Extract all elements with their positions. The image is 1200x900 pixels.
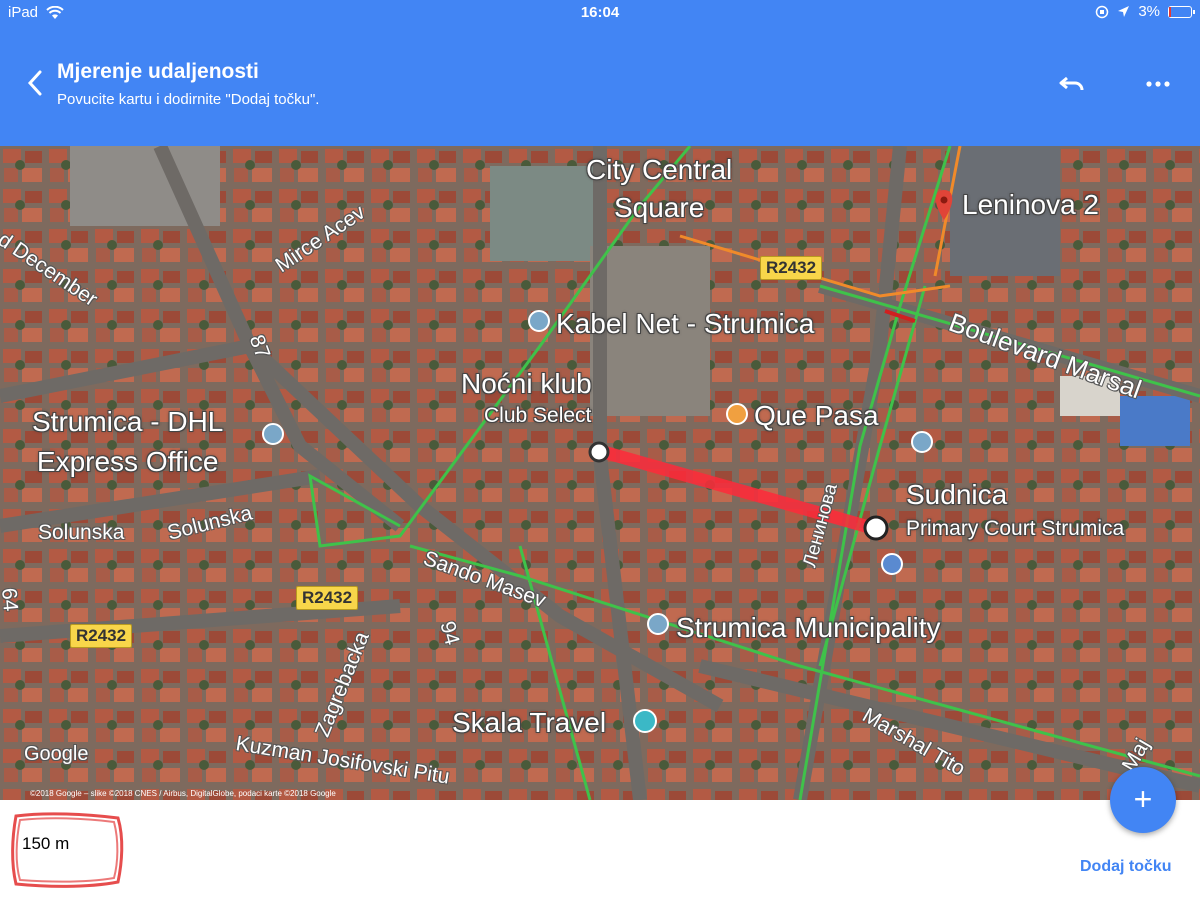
label-club-select[interactable]: Club Select xyxy=(484,404,591,428)
app-bar: Mjerenje udaljenosti Povucite kartu i do… xyxy=(0,26,1200,146)
label-kabel-net[interactable]: Kabel Net - Strumica xyxy=(556,308,814,340)
label-nocni-klub[interactable]: Noćni klub xyxy=(461,368,592,400)
label-city-square[interactable]: City Central Square xyxy=(586,151,732,227)
measure-start-point xyxy=(588,441,610,463)
more-options-icon[interactable] xyxy=(1143,72,1173,96)
kabel-pin-icon xyxy=(528,310,550,332)
label-leninova[interactable]: Leninova 2 xyxy=(962,189,1099,221)
battery-icon xyxy=(1168,5,1195,18)
bar-pin-icon xyxy=(726,403,748,425)
location-arrow-icon xyxy=(1118,6,1130,17)
page-title: Mjerenje udaljenosti xyxy=(57,60,259,83)
bottom-panel: 150 m xyxy=(0,800,1200,900)
status-bar: iPad 16:04 3% xyxy=(0,0,1200,26)
label-dhl[interactable]: Strumica - DHL Express Office xyxy=(32,402,223,482)
label-sudnica[interactable]: Sudnica xyxy=(906,479,1007,511)
road-label-solunska-1: Solunska xyxy=(38,521,125,544)
page-subtitle: Povucite kartu i dodirnite "Dodaj točku"… xyxy=(57,91,320,108)
road-label-64: 64 xyxy=(0,586,22,613)
add-point-button[interactable]: Dodaj točku xyxy=(1080,858,1172,876)
travel-pin-icon xyxy=(633,709,657,733)
label-primary-court[interactable]: Primary Court Strumica xyxy=(906,517,1124,541)
back-arrow-icon[interactable] xyxy=(22,66,50,100)
label-skala-travel[interactable]: Skala Travel xyxy=(452,707,606,739)
satellite-map[interactable]: City Central Square Leninova 2 Kabel Net… xyxy=(0,146,1200,800)
municipality-pin-icon xyxy=(647,613,669,635)
undo-icon[interactable] xyxy=(1058,72,1088,96)
road-shield: R2432 xyxy=(296,586,359,610)
label-municipality[interactable]: Strumica Municipality xyxy=(676,612,941,644)
road-shield: R2432 xyxy=(760,256,823,280)
google-logo: Google xyxy=(24,743,89,765)
battery-percent: 3% xyxy=(1138,3,1160,20)
orientation-lock-icon xyxy=(1096,5,1109,18)
place-pin-icon xyxy=(881,553,903,575)
measure-end-point[interactable] xyxy=(863,515,889,541)
status-time: 16:04 xyxy=(580,4,620,21)
distance-value: 150 m xyxy=(22,834,70,853)
dhl-pin-icon xyxy=(262,423,284,445)
map-attribution[interactable]: ©2018 Google – slike ©2018 CNES / Airbus… xyxy=(30,789,336,798)
add-point-fab[interactable]: + xyxy=(1110,767,1176,833)
road-shield: R2432 xyxy=(70,624,133,648)
label-que-pasa[interactable]: Que Pasa xyxy=(754,400,879,432)
court-pin-icon xyxy=(911,431,933,453)
